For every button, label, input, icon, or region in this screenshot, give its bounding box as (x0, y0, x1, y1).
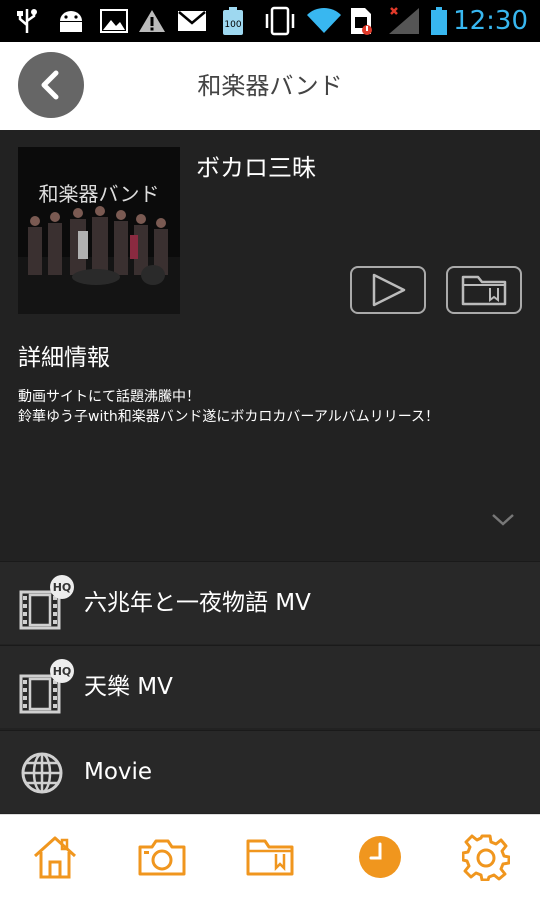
svg-text:HQ: HQ (53, 665, 72, 678)
battery-icon (428, 6, 450, 36)
album-title: ボカロ三昧 (196, 154, 316, 182)
camera-icon (138, 839, 186, 876)
page-title: 和楽器バンド (197, 72, 343, 100)
tab-camera[interactable] (134, 829, 190, 885)
album-description: 動画サイトにて話題沸騰中！ 鈴華ゆう子with和楽器バンド遂にボカロカバーアルバ… (18, 389, 440, 425)
list-item-video-1[interactable]: HQ 六兆年と一夜物語 MV (0, 561, 540, 644)
image-icon (98, 6, 130, 36)
tab-settings[interactable] (458, 829, 514, 885)
play-button[interactable] (350, 266, 426, 314)
film-hq-icon: HQ (18, 658, 78, 720)
list-item-label: 天樂 MV (84, 674, 173, 700)
detail-section-title: 詳細情報 (18, 345, 110, 371)
sim-card-icon (346, 6, 376, 36)
home-icon (33, 836, 77, 879)
film-hq-icon: HQ (18, 574, 78, 636)
gear-icon (462, 834, 510, 881)
app-header: 和楽器バンド (0, 42, 540, 132)
bottom-tab-bar (0, 814, 540, 901)
svg-text:100: 100 (224, 20, 241, 30)
signal-icon (386, 6, 422, 36)
list-item-movie[interactable]: Movie (0, 730, 540, 813)
list-item-label: Movie (84, 759, 153, 785)
tab-history[interactable] (352, 829, 408, 885)
folder-icon (246, 839, 294, 876)
wifi-icon (304, 6, 344, 36)
svg-text:HQ: HQ (53, 581, 72, 594)
usb-icon (12, 6, 42, 36)
chevron-down-icon[interactable] (490, 510, 516, 528)
globe-icon (20, 751, 64, 799)
status-time: 12:30 (453, 6, 528, 36)
clock-icon (359, 836, 401, 878)
status-bar: 100 12:30 (0, 0, 540, 42)
tab-home[interactable] (27, 829, 83, 885)
album-detail: 和楽器バンド ボカロ三昧 詳細情報 動画サイトにて話題沸騰中！ 鈴華ゆう子wit… (0, 130, 540, 560)
album-cover-logo: 和楽器バンド (39, 182, 160, 206)
album-cover-image[interactable]: 和楽器バンド (18, 147, 180, 314)
tab-folder[interactable] (242, 829, 298, 885)
play-icon (372, 273, 406, 307)
vibrate-icon (262, 6, 298, 36)
list-item-label: 六兆年と一夜物語 MV (84, 590, 311, 616)
mail-icon (176, 6, 208, 36)
save-folder-button[interactable] (446, 266, 522, 314)
warning-icon (138, 6, 166, 36)
battery-100-icon: 100 (218, 6, 248, 36)
android-icon (54, 6, 88, 36)
folder-icon (461, 275, 507, 306)
list-item-video-2[interactable]: HQ 天樂 MV (0, 645, 540, 728)
